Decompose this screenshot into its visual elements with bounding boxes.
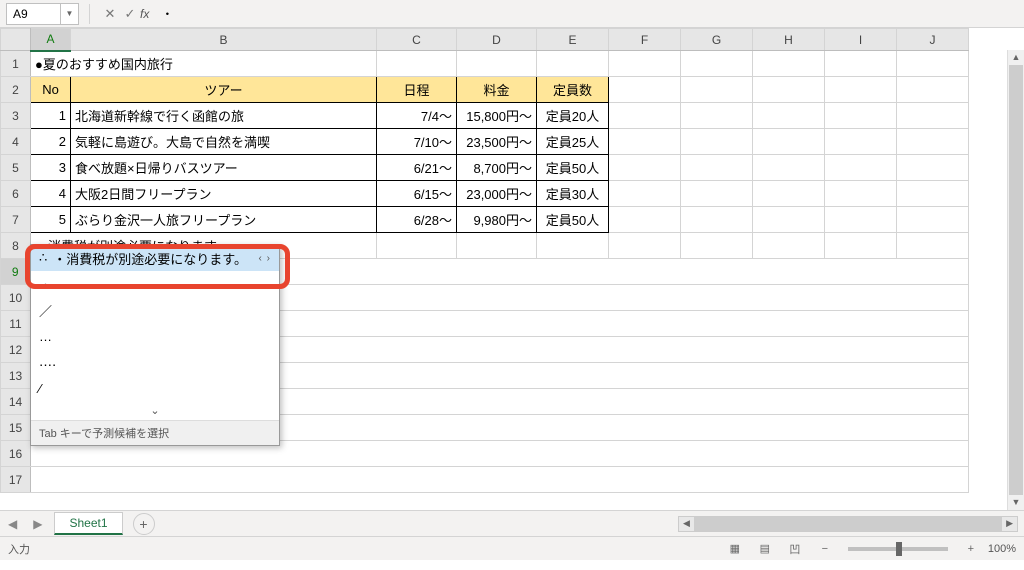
sheet-tab[interactable]: Sheet1 [54, 512, 122, 535]
table-header-cap[interactable]: 定員数 [537, 77, 609, 103]
zoom-slider[interactable] [848, 547, 948, 551]
table-cell[interactable]: 定員20人 [537, 103, 609, 129]
table-cell[interactable]: 1 [31, 103, 71, 129]
view-page-layout-icon[interactable]: ▤ [752, 540, 778, 558]
row-header[interactable]: 6 [1, 181, 31, 207]
autocomplete-item[interactable]: ・ [31, 271, 279, 297]
horizontal-scrollbar[interactable]: ◀▶ [678, 516, 1018, 532]
row-header[interactable]: 5 [1, 155, 31, 181]
zoom-out-button[interactable]: − [812, 540, 838, 558]
status-bar: 入力 ▦ ▤ 凹 − + 100% [0, 536, 1024, 560]
table-cell[interactable]: 気軽に島遊び。大島で自然を満喫 [71, 129, 377, 155]
autocomplete-expand-icon[interactable]: ⌄ [31, 401, 279, 420]
status-mode: 入力 [8, 541, 30, 557]
col-header-B[interactable]: B [71, 29, 377, 51]
col-header-E[interactable]: E [537, 29, 609, 51]
row-header[interactable]: 16 [1, 441, 31, 467]
col-header-G[interactable]: G [681, 29, 753, 51]
cancel-icon[interactable]: ✕ [100, 6, 120, 22]
table-header-date[interactable]: 日程 [377, 77, 457, 103]
table-cell[interactable]: 定員50人 [537, 155, 609, 181]
table-cell[interactable]: 15,800円〜 [457, 103, 537, 129]
row-header[interactable]: 10 [1, 285, 31, 311]
autocomplete-popup: ∴ ・消費税が別途必要になります。 ‹ › ・ ／ … ‥‥ ∕ ⌄ Tab キ… [30, 244, 280, 446]
table-header-tour[interactable]: ツアー [71, 77, 377, 103]
row-header[interactable]: 3 [1, 103, 31, 129]
table-cell[interactable]: 8,700円〜 [457, 155, 537, 181]
table-cell[interactable]: 23,500円〜 [457, 129, 537, 155]
col-header-A[interactable]: A [31, 29, 71, 51]
autocomplete-item[interactable]: … [31, 323, 279, 349]
cell-title[interactable]: ●夏のおすすめ国内旅行 [31, 51, 377, 77]
table-cell[interactable]: ぶらり金沢一人旅フリープラン [71, 207, 377, 233]
table-cell[interactable]: 6/15〜 [377, 181, 457, 207]
row-header[interactable]: 12 [1, 337, 31, 363]
row-header[interactable]: 14 [1, 389, 31, 415]
col-header-J[interactable]: J [897, 29, 969, 51]
divider [89, 4, 90, 24]
row-header[interactable]: 2 [1, 77, 31, 103]
add-sheet-button[interactable]: + [133, 513, 155, 535]
name-box-dropdown[interactable]: ▼ [61, 3, 79, 25]
table-cell[interactable]: 7/10〜 [377, 129, 457, 155]
view-normal-icon[interactable]: ▦ [722, 540, 748, 558]
table-cell[interactable]: 4 [31, 181, 71, 207]
zoom-level[interactable]: 100% [988, 543, 1016, 555]
table-cell[interactable]: 定員50人 [537, 207, 609, 233]
table-cell[interactable]: 大阪2日間フリープラン [71, 181, 377, 207]
table-header-no[interactable]: No [31, 77, 71, 103]
table-cell[interactable]: 6/21〜 [377, 155, 457, 181]
table-cell[interactable]: 北海道新幹線で行く函館の旅 [71, 103, 377, 129]
table-cell[interactable]: 定員25人 [537, 129, 609, 155]
row-header[interactable]: 4 [1, 129, 31, 155]
fx-icon[interactable]: fx [140, 7, 149, 21]
autocomplete-item[interactable]: ‥‥ [31, 349, 279, 375]
table-cell[interactable]: 9,980円〜 [457, 207, 537, 233]
name-box[interactable]: A9 [6, 3, 61, 25]
zoom-in-button[interactable]: + [958, 540, 984, 558]
row-header[interactable]: 8 [1, 233, 31, 259]
formula-input[interactable] [157, 3, 1024, 25]
col-header-H[interactable]: H [753, 29, 825, 51]
row-header[interactable]: 13 [1, 363, 31, 389]
autocomplete-item[interactable]: ∴ ・消費税が別途必要になります。 ‹ › [31, 245, 279, 271]
formula-bar-row: A9 ▼ ✕ ✓ fx [0, 0, 1024, 28]
view-page-break-icon[interactable]: 凹 [782, 540, 808, 558]
autocomplete-item[interactable]: ／ [31, 297, 279, 323]
table-cell[interactable]: 食べ放題×日帰りバスツアー [71, 155, 377, 181]
col-header-D[interactable]: D [457, 29, 537, 51]
select-all-corner[interactable] [1, 29, 31, 51]
col-header-C[interactable]: C [377, 29, 457, 51]
tab-nav-prev-icon[interactable]: ◀ [0, 517, 25, 531]
table-cell[interactable]: 7/4〜 [377, 103, 457, 129]
row-header[interactable]: 11 [1, 311, 31, 337]
table-cell[interactable]: 5 [31, 207, 71, 233]
row-header[interactable]: 7 [1, 207, 31, 233]
worksheet-area: A B C D E F G H I J 1 ●夏のおすすめ国内旅行 2 No ツ… [0, 28, 1024, 510]
vertical-scrollbar[interactable]: ▲ ▼ [1007, 50, 1024, 510]
table-cell[interactable]: 定員30人 [537, 181, 609, 207]
row-header[interactable]: 15 [1, 415, 31, 441]
row-header[interactable]: 9 [1, 259, 31, 285]
col-header-F[interactable]: F [609, 29, 681, 51]
row-header[interactable]: 17 [1, 467, 31, 493]
table-cell[interactable]: 23,000円〜 [457, 181, 537, 207]
enter-icon[interactable]: ✓ [120, 6, 140, 22]
autocomplete-item[interactable]: ∕ [31, 375, 279, 401]
tab-nav-next-icon[interactable]: ▶ [25, 517, 50, 531]
sheet-tab-bar: ◀ ▶ Sheet1 + ◀▶ [0, 510, 1024, 536]
col-header-I[interactable]: I [825, 29, 897, 51]
table-header-price[interactable]: 料金 [457, 77, 537, 103]
table-cell[interactable]: 3 [31, 155, 71, 181]
autocomplete-hint: Tab キーで予測候補を選択 [31, 420, 279, 445]
table-cell[interactable]: 6/28〜 [377, 207, 457, 233]
row-header[interactable]: 1 [1, 51, 31, 77]
table-cell[interactable]: 2 [31, 129, 71, 155]
